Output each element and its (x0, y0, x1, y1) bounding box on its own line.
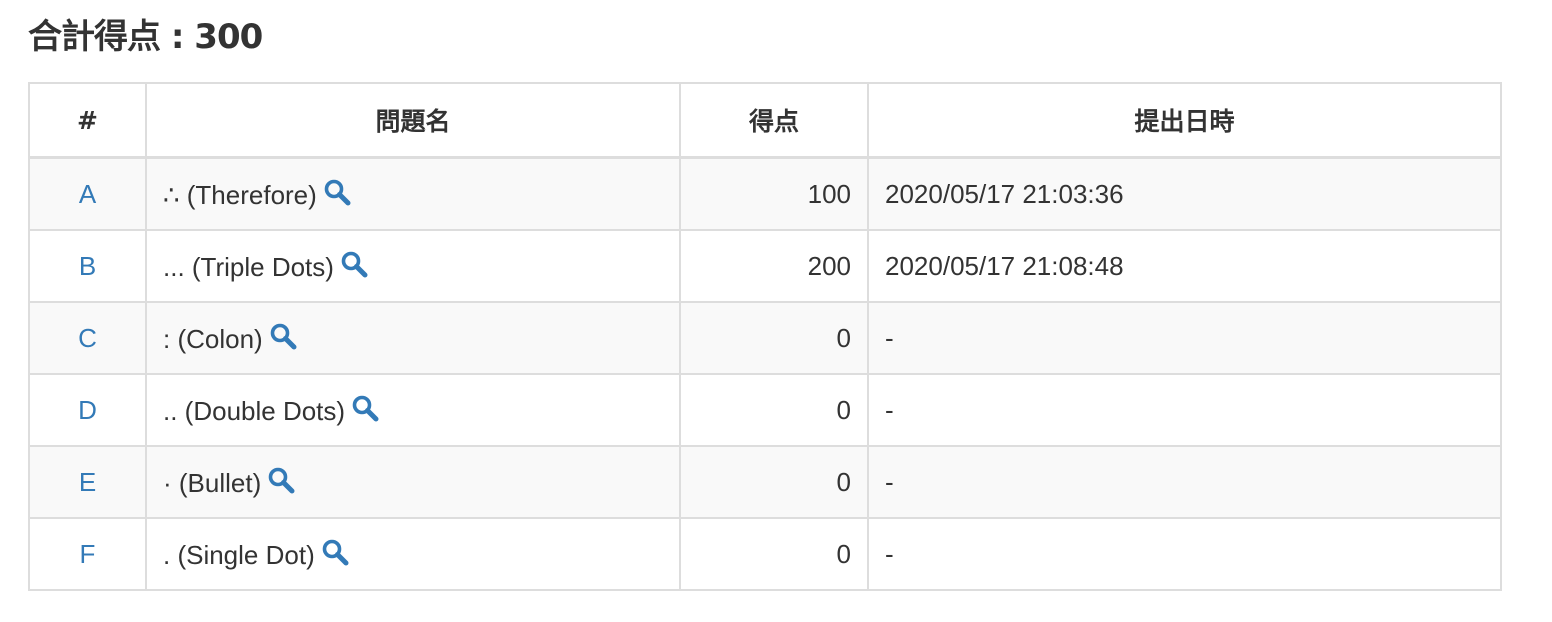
header-row: # 問題名 得点 提出日時 (28, 82, 1502, 159)
search-icon[interactable] (351, 394, 379, 422)
problem-name: ... (Triple Dots) (163, 251, 334, 282)
problem-name-cell: : (Colon) (145, 301, 681, 375)
problem-name: ∴ (Therefore) (163, 179, 317, 210)
score-cell: 0 (679, 445, 869, 519)
problem-id-link[interactable]: C (78, 323, 97, 353)
total-score-heading: 合計得点 : 300 (28, 14, 263, 60)
header-id: # (28, 82, 147, 159)
score-cell: 0 (679, 301, 869, 375)
problem-id-cell: A (28, 156, 147, 231)
problem-id-cell: C (28, 301, 147, 375)
problem-id-link[interactable]: D (78, 395, 97, 425)
search-icon[interactable] (267, 466, 295, 494)
submitted-at-cell: 2020/05/17 21:08:48 (867, 229, 1502, 303)
table-row: A ∴ (Therefore) 100 2020/05/17 21:03:36 (28, 156, 1502, 231)
submitted-at-cell: 2020/05/17 21:03:36 (867, 156, 1502, 231)
search-icon[interactable] (323, 178, 351, 206)
search-icon[interactable] (340, 250, 368, 278)
problem-id-link[interactable]: A (79, 179, 96, 209)
problem-name: · (Bullet) (163, 467, 262, 498)
table-row: F . (Single Dot) 0 - (28, 517, 1502, 591)
problem-id-cell: F (28, 517, 147, 591)
problem-id-link[interactable]: B (79, 251, 96, 281)
table-row: B ... (Triple Dots) 200 2020/05/17 21:08… (28, 229, 1502, 303)
search-icon[interactable] (269, 322, 297, 350)
header-submitted-at: 提出日時 (867, 82, 1502, 159)
header-problem-name: 問題名 (145, 82, 681, 159)
problem-name: : (Colon) (163, 323, 263, 354)
table-row: E · (Bullet) 0 - (28, 445, 1502, 519)
total-score-separator: : (160, 17, 195, 57)
search-icon[interactable] (321, 538, 349, 566)
score-table-header: # 問題名 得点 提出日時 (28, 82, 1502, 159)
score-cell: 0 (679, 517, 869, 591)
submitted-at-cell: - (867, 445, 1502, 519)
score-cell: 0 (679, 373, 869, 447)
problem-id-cell: D (28, 373, 147, 447)
submitted-at-cell: - (867, 373, 1502, 447)
table-row: D .. (Double Dots) 0 - (28, 373, 1502, 447)
header-score: 得点 (679, 82, 869, 159)
score-cell: 200 (679, 229, 869, 303)
problem-name-cell: · (Bullet) (145, 445, 681, 519)
problem-name-cell: .. (Double Dots) (145, 373, 681, 447)
score-table: # 問題名 得点 提出日時 A ∴ (Therefore) 100 2020/0… (28, 82, 1502, 591)
problem-name: .. (Double Dots) (163, 395, 346, 426)
problem-id-link[interactable]: F (80, 539, 96, 569)
problem-name-cell: ∴ (Therefore) (145, 156, 681, 231)
problem-name: . (Single Dot) (163, 539, 315, 570)
total-score-label: 合計得点 (28, 17, 161, 57)
problem-id-cell: B (28, 229, 147, 303)
problem-name-cell: ... (Triple Dots) (145, 229, 681, 303)
problem-name-cell: . (Single Dot) (145, 517, 681, 591)
score-cell: 100 (679, 156, 869, 231)
total-score-value: 300 (194, 17, 263, 57)
problem-id-cell: E (28, 445, 147, 519)
submitted-at-cell: - (867, 517, 1502, 591)
table-row: C : (Colon) 0 - (28, 301, 1502, 375)
submitted-at-cell: - (867, 301, 1502, 375)
score-table-body: A ∴ (Therefore) 100 2020/05/17 21:03:36 … (28, 156, 1502, 591)
problem-id-link[interactable]: E (79, 467, 96, 497)
